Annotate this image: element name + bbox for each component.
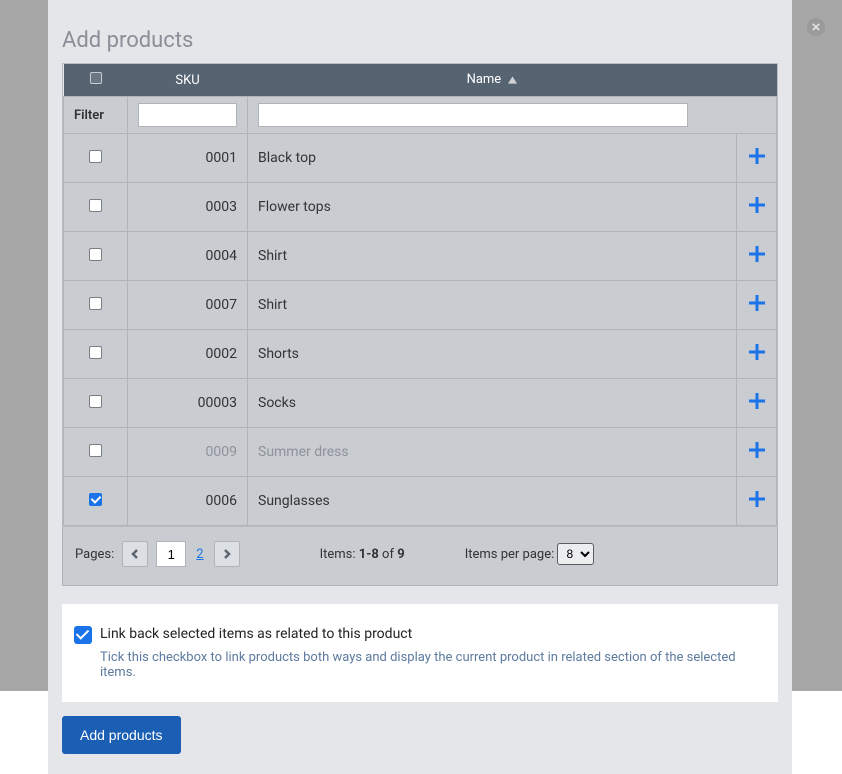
items-per-page-select[interactable]: 8 (557, 543, 594, 565)
row-checkbox[interactable] (89, 444, 102, 457)
chevron-right-icon (222, 549, 232, 559)
cell-sku: 0009 (128, 428, 248, 477)
add-row-button[interactable] (747, 342, 767, 362)
cell-sku: 0007 (128, 281, 248, 330)
plus-icon (747, 146, 767, 166)
cell-name: Shirt (248, 281, 737, 330)
page-link-2[interactable]: 2 (194, 547, 205, 562)
row-checkbox[interactable] (89, 346, 102, 359)
add-row-button[interactable] (747, 391, 767, 411)
row-checkbox[interactable] (89, 297, 102, 310)
chevron-left-icon (130, 549, 140, 559)
plus-icon (747, 489, 767, 509)
next-page-button[interactable] (214, 541, 240, 567)
link-back-hint: Tick this checkbox to link products both… (100, 650, 760, 680)
cell-name: Shirt (248, 232, 737, 281)
table-row: 00003Socks (64, 379, 777, 428)
cell-sku: 0001 (128, 134, 248, 183)
plus-icon (747, 244, 767, 264)
cell-name: Flower tops (248, 183, 737, 232)
plus-icon (747, 391, 767, 411)
row-checkbox[interactable] (89, 248, 102, 261)
table-row: 0007Shirt (64, 281, 777, 330)
link-back-checkbox[interactable] (74, 626, 92, 644)
filter-name-input[interactable] (258, 103, 688, 127)
table-row: 0003Flower tops (64, 183, 777, 232)
table-header-row: SKU Name (64, 64, 777, 97)
row-checkbox[interactable] (89, 199, 102, 212)
sort-asc-icon (508, 73, 517, 88)
cell-sku: 00003 (128, 379, 248, 428)
plus-icon (747, 195, 767, 215)
link-back-panel: Link back selected items as related to t… (62, 604, 778, 702)
table-row: 0004Shirt (64, 232, 777, 281)
column-header-name-label: Name (467, 72, 502, 87)
pages-label: Pages: (75, 547, 114, 562)
plus-icon (747, 342, 767, 362)
row-checkbox[interactable] (89, 150, 102, 163)
cell-sku: 0003 (128, 183, 248, 232)
close-icon (812, 23, 820, 31)
cell-name: Black top (248, 134, 737, 183)
add-row-button[interactable] (747, 146, 767, 166)
link-back-label: Link back selected items as related to t… (100, 626, 412, 642)
add-products-modal: Add products SKU Name (48, 0, 792, 774)
add-products-button[interactable]: Add products (62, 716, 181, 754)
cell-sku: 0006 (128, 477, 248, 526)
cell-sku: 0002 (128, 330, 248, 379)
filter-sku-input[interactable] (138, 103, 237, 127)
table-row: 0002Shorts (64, 330, 777, 379)
row-checkbox[interactable] (89, 395, 102, 408)
add-row-button[interactable] (747, 293, 767, 313)
cell-name: Sunglasses (248, 477, 737, 526)
cell-name: Shorts (248, 330, 737, 379)
column-header-sku[interactable]: SKU (128, 64, 248, 97)
filter-label: Filter (74, 108, 104, 123)
column-header-name[interactable]: Name (248, 64, 737, 97)
add-row-button[interactable] (747, 440, 767, 460)
pagination-bar: Pages: 2 Items: 1-8 of 9 Items per page:… (62, 527, 778, 586)
row-checkbox[interactable] (89, 493, 102, 506)
close-modal-button[interactable] (807, 18, 825, 36)
prev-page-button[interactable] (122, 541, 148, 567)
table-row: 0009Summer dress (64, 428, 777, 477)
cell-name: Socks (248, 379, 737, 428)
filter-row: Filter (64, 97, 777, 134)
add-row-button[interactable] (747, 489, 767, 509)
table-row: 0001Black top (64, 134, 777, 183)
current-page-input[interactable] (156, 541, 186, 567)
cell-sku: 0004 (128, 232, 248, 281)
modal-title: Add products (48, 0, 792, 63)
items-info: Items: 1-8 of 9 (320, 547, 405, 562)
products-table: SKU Name Filter 0001Black top0003Fl (62, 63, 778, 527)
table-row: 0006Sunglasses (64, 477, 777, 526)
plus-icon (747, 440, 767, 460)
ipp-label: Items per page: (465, 547, 555, 562)
select-all-checkbox[interactable] (90, 72, 102, 84)
add-row-button[interactable] (747, 244, 767, 264)
plus-icon (747, 293, 767, 313)
cell-name: Summer dress (248, 428, 737, 477)
items-per-page: Items per page: 8 (465, 543, 595, 565)
add-row-button[interactable] (747, 195, 767, 215)
